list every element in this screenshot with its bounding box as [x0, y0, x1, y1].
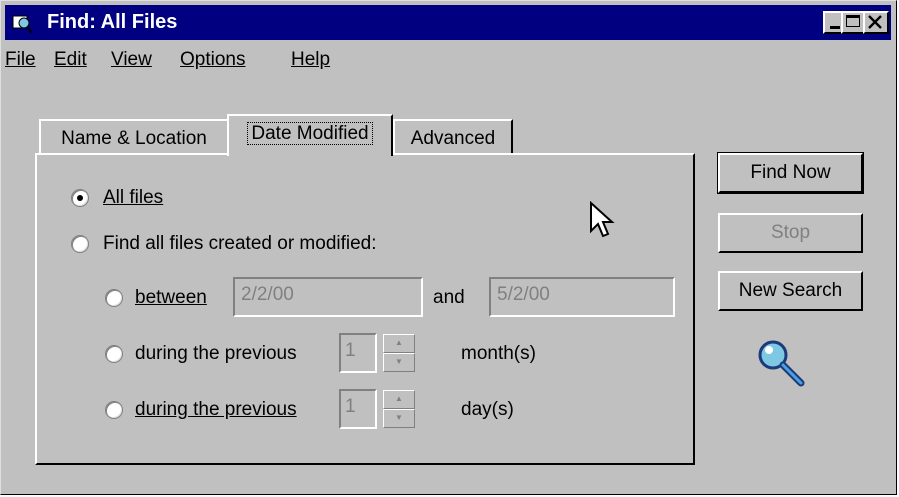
find-now-label: Find Now — [750, 162, 831, 183]
between-radio[interactable] — [105, 289, 123, 307]
window-title: Find: All Files — [47, 11, 178, 33]
prev-months-radio[interactable] — [105, 345, 123, 363]
prev-days-radio[interactable] — [105, 401, 123, 419]
title-bar[interactable]: Find: All Files — [5, 5, 891, 40]
menu-file[interactable]: File — [5, 49, 36, 71]
months-up-button[interactable]: ▲ — [383, 334, 415, 353]
stop-button[interactable]: Stop — [718, 213, 863, 253]
days-spinner-buttons[interactable]: ▲ ▼ — [383, 390, 415, 428]
months-down-button[interactable]: ▼ — [383, 353, 415, 372]
close-icon — [868, 15, 882, 29]
prev-days-label: during the previous — [135, 399, 297, 420]
new-search-button[interactable]: New Search — [718, 271, 863, 311]
find-now-button[interactable]: Find Now — [717, 152, 864, 194]
tab-date-modified[interactable]: Date Modified — [227, 114, 393, 156]
menu-view[interactable]: View — [111, 49, 152, 71]
days-spinner-field[interactable]: 1 — [339, 389, 377, 429]
between-to-field[interactable]: 5/2/00 — [489, 277, 675, 317]
tab-date-modified-label: Date Modified — [247, 122, 373, 145]
menu-help[interactable]: Help — [291, 49, 330, 71]
all-files-radio[interactable] — [71, 189, 89, 207]
menu-options[interactable]: Options — [180, 49, 245, 71]
months-spinner-buttons[interactable]: ▲ ▼ — [383, 334, 415, 372]
close-button[interactable] — [863, 11, 889, 34]
days-unit-label: day(s) — [461, 399, 514, 420]
months-unit-label: month(s) — [461, 343, 536, 364]
prev-months-label: during the previous — [135, 343, 297, 364]
tab-advanced[interactable]: Advanced — [393, 119, 513, 155]
tab-name-location[interactable]: Name & Location — [39, 119, 229, 155]
find-all-label: Find all files created or modified: — [103, 233, 377, 254]
stop-label: Stop — [770, 222, 811, 243]
days-value: 1 — [345, 396, 356, 417]
all-files-label: All files — [103, 187, 164, 208]
find-icon — [12, 15, 33, 34]
between-from-field[interactable]: 2/2/00 — [233, 277, 423, 317]
new-search-label: New Search — [738, 280, 843, 301]
magnifier-icon — [758, 340, 805, 387]
days-down-button[interactable]: ▼ — [383, 409, 415, 428]
find-window: Find: All Files File Edit View Options H… — [0, 0, 897, 495]
days-up-button[interactable]: ▲ — [383, 390, 415, 409]
and-label: and — [433, 287, 465, 308]
between-label: between — [135, 287, 207, 308]
menu-edit[interactable]: Edit — [54, 49, 87, 71]
mouse-cursor-icon — [590, 201, 615, 238]
months-value: 1 — [345, 340, 356, 361]
tab-name-location-label: Name & Location — [61, 128, 207, 149]
tab-advanced-label: Advanced — [410, 128, 496, 149]
find-all-radio[interactable] — [71, 235, 89, 253]
months-spinner-field[interactable]: 1 — [339, 333, 377, 373]
